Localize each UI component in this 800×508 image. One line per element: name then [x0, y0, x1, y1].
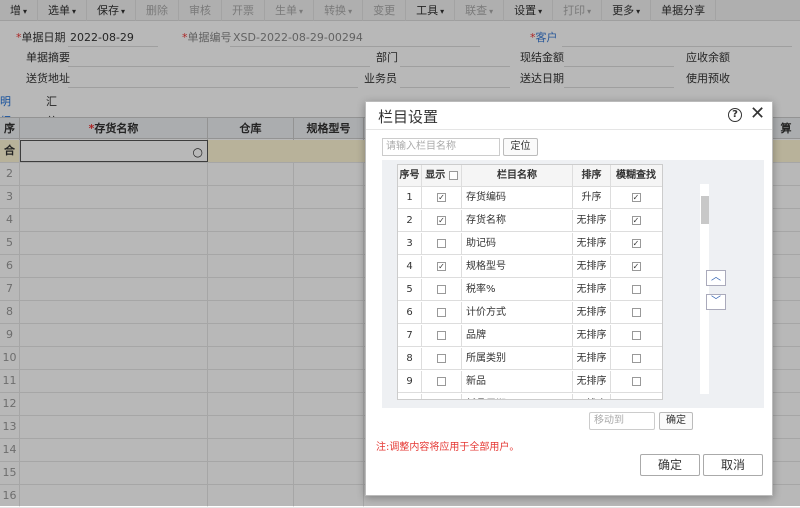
column-row[interactable]: 4 ✓ 规格型号 无排序 ✓: [398, 256, 662, 278]
fuzzy-checkbox[interactable]: [631, 284, 641, 294]
move-to-input[interactable]: 移动到: [589, 412, 655, 430]
column-row[interactable]: 8 所属类别 无排序: [398, 348, 662, 370]
help-icon[interactable]: ?: [728, 108, 742, 122]
column-row[interactable]: 3 助记码 无排序 ✓: [398, 233, 662, 255]
move-confirm-button[interactable]: 确定: [659, 412, 693, 430]
fuzzy-checkbox[interactable]: ✓: [631, 261, 641, 271]
show-checkbox[interactable]: ✓: [437, 215, 446, 225]
show-checkbox[interactable]: [437, 238, 446, 248]
column-row[interactable]: 2 ✓ 存货名称 无排序 ✓: [398, 210, 662, 232]
column-row[interactable]: 6 计价方式 无排序: [398, 302, 662, 324]
fuzzy-checkbox[interactable]: [631, 376, 641, 386]
show-checkbox[interactable]: [437, 400, 446, 401]
show-checkbox[interactable]: [437, 353, 446, 363]
column-row[interactable]: 10新品周期(天)无排序: [398, 394, 662, 401]
move-up-button[interactable]: ︿: [706, 270, 726, 286]
move-down-button[interactable]: ﹀: [706, 294, 726, 310]
column-row[interactable]: 1 ✓ 存货编码 升序 ✓: [398, 187, 662, 209]
show-checkbox[interactable]: [437, 376, 446, 386]
column-settings-dialog: 栏目设置 ? ✕ 请输入栏目名称 定位 序号 显示 栏目名称 排序 模糊查找 1…: [365, 101, 773, 496]
column-row[interactable]: 5 税率% 无排序: [398, 279, 662, 301]
show-checkbox[interactable]: [437, 284, 446, 294]
columns-table: 序号 显示 栏目名称 排序 模糊查找 1 ✓ 存货编码 升序 ✓ 2 ✓ 存货名称 无排序 ✓ 3 助…: [397, 164, 663, 400]
fuzzy-checkbox[interactable]: ✓: [631, 192, 641, 202]
fuzzy-checkbox[interactable]: [632, 400, 641, 401]
show-checkbox[interactable]: ✓: [437, 192, 446, 202]
cancel-button[interactable]: 取消: [703, 454, 763, 476]
show-all-checkbox[interactable]: [448, 170, 458, 180]
scroll-thumb[interactable]: [701, 196, 709, 224]
column-search-input[interactable]: 请输入栏目名称: [382, 138, 500, 156]
columns-panel: 序号 显示 栏目名称 排序 模糊查找 1 ✓ 存货编码 升序 ✓ 2 ✓ 存货名称 无排序 ✓ 3 助…: [382, 160, 764, 408]
fuzzy-checkbox[interactable]: [631, 307, 641, 317]
table-scrollbar[interactable]: [700, 184, 709, 394]
show-checkbox[interactable]: ✓: [437, 261, 446, 271]
dialog-title: 栏目设置: [378, 108, 439, 126]
column-row[interactable]: 7 品牌 无排序: [398, 325, 662, 347]
apply-note: 注:调整内容将应用于全部用户。: [376, 442, 520, 453]
title-divider: [366, 129, 772, 130]
fuzzy-checkbox[interactable]: [631, 330, 641, 340]
show-checkbox[interactable]: [437, 307, 446, 317]
fuzzy-checkbox[interactable]: [631, 353, 641, 363]
ok-button[interactable]: 确定: [640, 454, 700, 476]
column-row[interactable]: 9 新品 无排序: [398, 371, 662, 393]
locate-button[interactable]: 定位: [503, 138, 538, 156]
columns-table-header: 序号 显示 栏目名称 排序 模糊查找: [398, 165, 662, 187]
show-checkbox[interactable]: [437, 330, 446, 340]
fuzzy-checkbox[interactable]: ✓: [631, 215, 641, 225]
close-icon[interactable]: ✕: [750, 104, 765, 124]
fuzzy-checkbox[interactable]: ✓: [631, 238, 641, 248]
